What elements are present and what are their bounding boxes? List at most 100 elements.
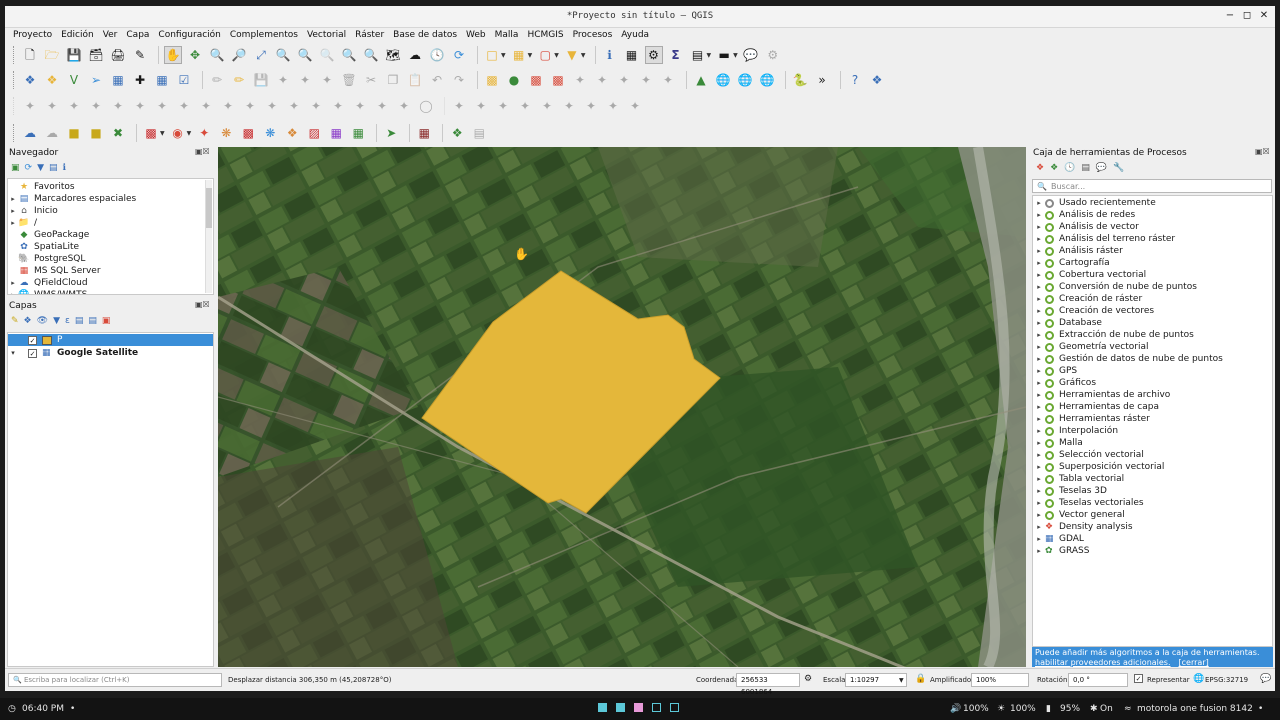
toggle-edit-icon[interactable]: ✏ bbox=[230, 71, 248, 89]
layers-panel-buttons[interactable]: ▣☒ bbox=[195, 300, 210, 309]
navigator-item[interactable]: ▸ ☁ QFieldCloud bbox=[8, 277, 213, 289]
workspace-4-icon[interactable] bbox=[652, 703, 661, 712]
expand-arrow-icon[interactable]: ▸ bbox=[1033, 331, 1045, 339]
navigator-item[interactable]: ✿ SpatiaLite bbox=[8, 241, 213, 253]
add-raster-icon[interactable]: ✚ bbox=[131, 71, 149, 89]
grid-icon[interactable]: ▦ bbox=[415, 124, 433, 142]
menu-complementos[interactable]: Complementos bbox=[230, 30, 298, 40]
hydrology-icon[interactable]: ❋ bbox=[217, 124, 235, 142]
temporal-controller-icon[interactable]: 🕓 bbox=[428, 46, 446, 64]
brightness-icon[interactable]: ☀ bbox=[997, 704, 1005, 714]
label-pin-icon[interactable]: ● bbox=[505, 71, 523, 89]
annotation-icon[interactable]: 💬 bbox=[742, 46, 760, 64]
change-label-icon[interactable]: ✦ bbox=[604, 97, 622, 115]
toolbar-grip[interactable] bbox=[13, 71, 17, 89]
expand-arrow-icon[interactable]: ▸ bbox=[1033, 223, 1045, 231]
measure-icon[interactable]: ▤ bbox=[689, 46, 707, 64]
globe-icon[interactable]: 🌐 bbox=[736, 71, 754, 89]
processing-group[interactable]: ▸ Teselas vectoriales bbox=[1033, 497, 1272, 509]
expand-arrow-icon[interactable]: ▸ bbox=[1033, 343, 1045, 351]
add-wms-icon[interactable]: ▦ bbox=[153, 71, 171, 89]
zoom-native-icon[interactable]: 🔍 bbox=[318, 46, 336, 64]
style-manager-icon[interactable]: ✎ bbox=[131, 46, 149, 64]
taskbar-time[interactable]: 06:40 PM bbox=[22, 704, 64, 714]
measure-line-icon[interactable]: ▬ bbox=[715, 46, 733, 64]
filter-dimmed-icon[interactable]: ✦ bbox=[626, 97, 644, 115]
scripts-icon[interactable]: ❖ bbox=[1050, 163, 1058, 175]
expand-arrow-icon[interactable]: ▸ bbox=[1033, 379, 1045, 387]
pan-icon[interactable]: ✋ bbox=[164, 46, 182, 64]
info-icon[interactable]: ℹ bbox=[63, 163, 66, 175]
enable-providers-link[interactable]: habilitar proveedores adicionales. bbox=[1035, 658, 1171, 667]
processing-group[interactable]: ▸ ❖ Density analysis bbox=[1033, 521, 1272, 533]
delete-part-icon[interactable]: ✦ bbox=[329, 97, 347, 115]
rotate-label-icon[interactable]: ✦ bbox=[582, 97, 600, 115]
label-change-icon[interactable]: ✦ bbox=[615, 71, 633, 89]
label-icon[interactable]: ▩ bbox=[483, 71, 501, 89]
expand-arrow-icon[interactable]: ▸ bbox=[1033, 367, 1045, 375]
magnifier-field[interactable]: 100% bbox=[971, 673, 1029, 687]
tree-icon[interactable]: ❖ bbox=[448, 124, 466, 142]
render-checkbox[interactable]: ✓ bbox=[1134, 674, 1143, 683]
processing-group[interactable]: ▸ Gestión de datos de nube de puntos bbox=[1033, 353, 1272, 365]
analysis-icon[interactable]: ▩ bbox=[239, 124, 257, 142]
map-canvas[interactable]: ✋ bbox=[218, 147, 1026, 667]
more-icon[interactable]: » bbox=[813, 71, 831, 89]
zoom-last-icon[interactable]: 🔍 bbox=[340, 46, 358, 64]
add-group-icon[interactable]: ❖ bbox=[24, 316, 32, 328]
processing-group[interactable]: ▸ Cobertura vectorial bbox=[1033, 269, 1272, 281]
crs-icon[interactable]: 🌐 bbox=[1193, 674, 1204, 684]
history-icon[interactable]: 🕓 bbox=[1064, 163, 1075, 175]
identify-icon[interactable]: ℹ bbox=[601, 46, 619, 64]
attribute-table-icon[interactable]: ▦ bbox=[623, 46, 641, 64]
expand-arrow-icon[interactable]: ▸ bbox=[1033, 319, 1045, 327]
expand-arrow-icon[interactable]: ▸ bbox=[1033, 271, 1045, 279]
expand-arrow-icon[interactable]: ▸ bbox=[1033, 235, 1045, 243]
distribute-icon[interactable]: ✦ bbox=[472, 97, 490, 115]
expand-arrow-icon[interactable]: ▸ bbox=[1033, 487, 1045, 495]
volume-icon[interactable]: 🔊 bbox=[950, 704, 961, 714]
expand-all-icon[interactable]: ▤ bbox=[75, 316, 84, 328]
expand-arrow-icon[interactable]: ▾ bbox=[8, 349, 18, 357]
python-icon[interactable]: 🐍 bbox=[791, 71, 809, 89]
select-features-icon[interactable]: □ bbox=[483, 46, 501, 64]
menu-web[interactable]: Web bbox=[466, 30, 486, 40]
expand-arrow-icon[interactable]: ▸ bbox=[1033, 355, 1045, 363]
toolbar-grip[interactable] bbox=[13, 46, 17, 64]
tools-icon[interactable]: ✖ bbox=[109, 124, 127, 142]
map-tips-icon[interactable]: ⚙ bbox=[764, 46, 782, 64]
wifi-icon[interactable]: ≈ bbox=[1124, 704, 1132, 714]
copy-icon[interactable]: ❐ bbox=[384, 71, 402, 89]
label-hide-icon[interactable]: ▩ bbox=[549, 71, 567, 89]
layer-visibility-checkbox[interactable]: ✓ bbox=[28, 335, 37, 345]
menu-ver[interactable]: Ver bbox=[103, 30, 118, 40]
toolbar-grip[interactable] bbox=[13, 97, 17, 115]
table-icon[interactable]: ▤ bbox=[470, 124, 488, 142]
move-feature-icon[interactable]: ✦ bbox=[318, 71, 336, 89]
navigator-item[interactable]: ★ Favoritos bbox=[8, 181, 213, 193]
remove-layer-icon[interactable]: ▣ bbox=[102, 316, 111, 328]
processing-group[interactable]: ▸ Teselas 3D bbox=[1033, 485, 1272, 497]
diagram-icon[interactable]: ✦ bbox=[637, 71, 655, 89]
models-icon[interactable]: ❖ bbox=[1036, 163, 1044, 175]
expand-arrow-icon[interactable]: ▸ bbox=[1033, 391, 1045, 399]
processing-group[interactable]: ▸ Extracción de nube de puntos bbox=[1033, 329, 1272, 341]
minimize-icon[interactable]: − bbox=[1224, 10, 1236, 22]
processing-group[interactable]: ▸ Análisis de vector bbox=[1033, 221, 1272, 233]
scale-dropdown-icon[interactable]: ▼ bbox=[899, 677, 904, 684]
simplify-icon[interactable]: ✦ bbox=[219, 97, 237, 115]
palette-icon[interactable]: ▦ bbox=[327, 124, 345, 142]
globe-dark-icon[interactable]: 🌐 bbox=[758, 71, 776, 89]
processing-group[interactable]: ▸ Database bbox=[1033, 317, 1272, 329]
advanced-digitizing-icon[interactable]: ✦ bbox=[43, 97, 61, 115]
expand-arrow-icon[interactable]: ▸ bbox=[1033, 403, 1045, 411]
plugin-icon[interactable]: ❖ bbox=[868, 71, 886, 89]
map-icon[interactable]: ▦ bbox=[349, 124, 367, 142]
digitize-icon[interactable]: V bbox=[65, 71, 83, 89]
digitize-dimmed-icon[interactable]: ✦ bbox=[21, 97, 39, 115]
processing-group[interactable]: ▸ ✿ GRASS bbox=[1033, 545, 1272, 557]
processing-group[interactable]: ▸ Vector general bbox=[1033, 509, 1272, 521]
layer-visibility-checkbox[interactable]: ✓ bbox=[28, 348, 37, 358]
help-icon[interactable]: ? bbox=[846, 71, 864, 89]
open-project-icon[interactable]: 🗁 bbox=[43, 46, 61, 64]
